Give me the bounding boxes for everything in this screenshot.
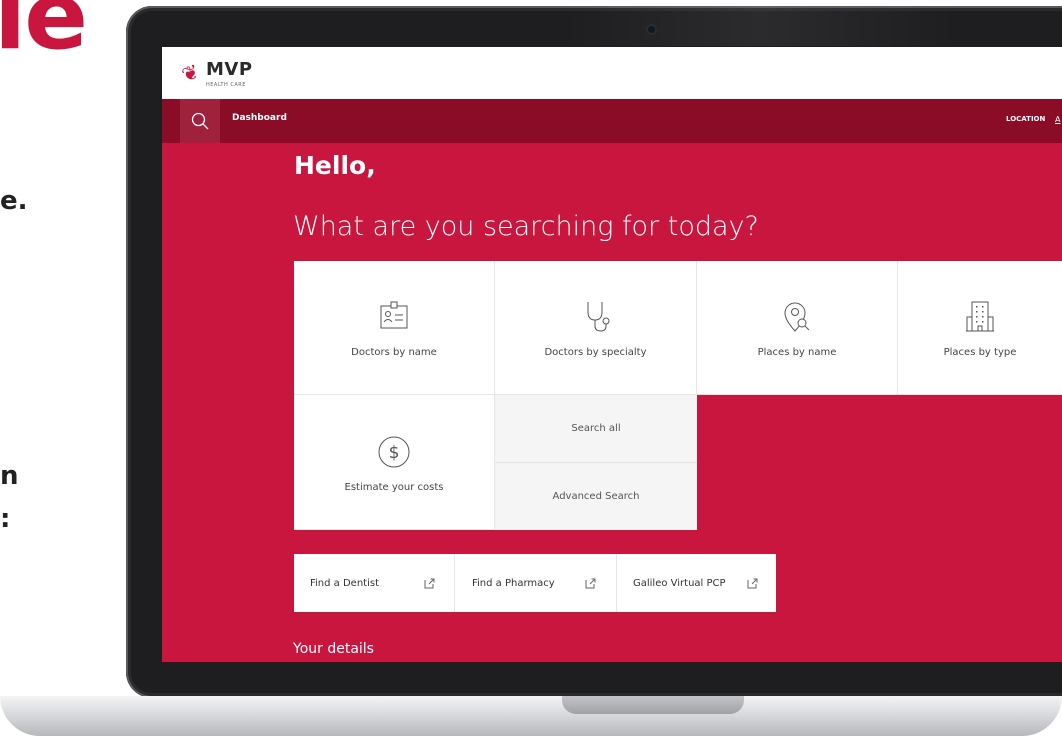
nav-location-label[interactable]: LOCATION (1006, 116, 1045, 123)
search-prompt-heading: What are you searching for today? (293, 211, 759, 242)
link-find-pharmacy[interactable]: Find a Pharmacy (455, 554, 617, 612)
text-fragment-n: n (0, 461, 19, 491)
tile-doctors-by-name[interactable]: Doctors by name (294, 261, 495, 395)
mvp-logo[interactable]: ❦ MVP HEALTH CARE (178, 57, 292, 93)
tile-places-by-name[interactable]: Places by name (697, 261, 898, 395)
logo-name: MVP (206, 59, 253, 80)
svg-text:$: $ (389, 443, 400, 463)
link-label: Find a Dentist (310, 577, 379, 589)
link-galileo-pcp[interactable]: Galileo Virtual PCP (617, 554, 776, 612)
tile-label: Estimate your costs (344, 481, 444, 493)
nav-bar: Dashboard LOCATION A (162, 99, 1062, 143)
dollar-circle-icon: $ (378, 436, 410, 467)
search-button[interactable] (180, 99, 220, 143)
search-icon (191, 112, 209, 130)
greeting-heading: Hello, (294, 151, 376, 180)
tile-label: Places by type (943, 347, 1017, 358)
tile-estimate-costs[interactable]: $ Estimate your costs (294, 395, 495, 530)
link-find-dentist[interactable]: Find a Dentist (294, 554, 455, 612)
logo-subtitle: HEALTH CARE (206, 82, 246, 88)
tile-label: Doctors by specialty (544, 347, 647, 358)
headline-fragment: le (0, 0, 88, 71)
id-badge-icon (380, 301, 408, 329)
external-link-icon (585, 578, 596, 589)
external-link-icon (747, 578, 758, 589)
search-all-button[interactable]: Search all (495, 395, 697, 463)
text-fragment-colon: : (0, 504, 11, 534)
laptop-base (0, 696, 1062, 736)
bezel-reflection (560, 6, 960, 46)
tile-doctors-by-specialty[interactable]: Doctors by specialty (495, 261, 697, 395)
app-screen: ❦ MVP HEALTH CARE Dashboard LOCATION A H… (162, 47, 1062, 662)
apple-leaf-icon: ❦ (178, 58, 203, 88)
building-icon (966, 301, 994, 332)
nav-location-value[interactable]: A (1055, 115, 1060, 124)
external-links-bar: Find a Dentist Find a Pharmacy Galileo V… (294, 554, 776, 612)
tile-label: Doctors by name (351, 347, 437, 358)
tile-places-by-type[interactable]: Places by type (898, 261, 1062, 395)
tile-label: Places by name (757, 347, 837, 358)
your-details-heading: Your details (293, 641, 374, 657)
laptop-notch (562, 696, 744, 714)
map-pin-search-icon (784, 302, 810, 332)
link-label: Galileo Virtual PCP (633, 577, 726, 589)
top-header: ❦ MVP HEALTH CARE (162, 47, 1062, 99)
nav-dashboard-link[interactable]: Dashboard (232, 114, 287, 123)
text-fragment-e: e. (0, 186, 28, 216)
advanced-search-button[interactable]: Advanced Search (495, 463, 697, 530)
camera-icon (648, 26, 655, 33)
link-label: Find a Pharmacy (472, 577, 555, 589)
external-link-icon (424, 578, 435, 589)
stethoscope-icon (587, 302, 609, 332)
